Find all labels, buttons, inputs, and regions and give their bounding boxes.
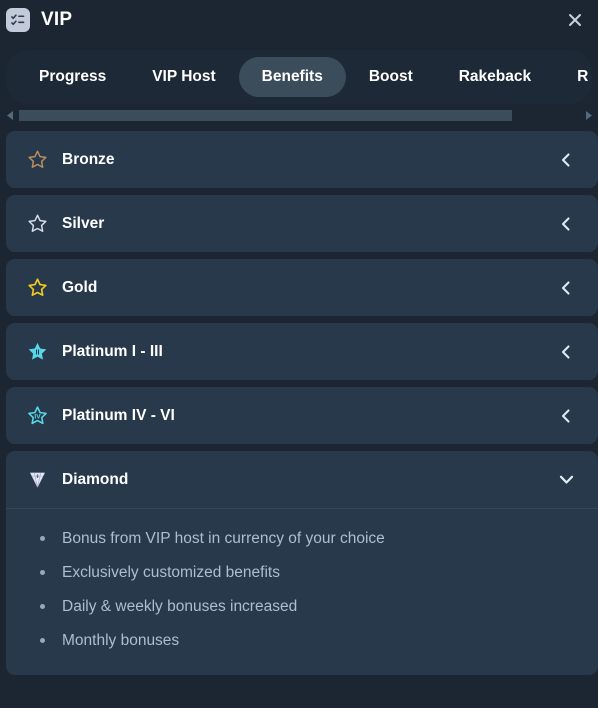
star-outline-numeral-icon: IV: [26, 405, 48, 427]
benefit-text: Exclusively customized benefits: [62, 564, 280, 582]
list-item: Exclusively customized benefits: [26, 559, 578, 593]
tab-boost[interactable]: Boost: [346, 57, 436, 97]
tier-header-diamond[interactable]: Diamond: [6, 451, 598, 508]
star-outline-numeral-icon-glyph: IV: [27, 406, 47, 425]
benefit-text: Bonus from VIP host in currency of your …: [62, 530, 385, 547]
list-item: Monthly bonuses: [26, 627, 578, 661]
tab-benefits[interactable]: Benefits: [238, 57, 346, 97]
scrollbar-track[interactable]: [19, 109, 579, 121]
star-outline-icon-glyph: [27, 150, 47, 168]
bullet-icon: [40, 638, 45, 644]
page-title: VIP: [41, 9, 73, 30]
tab-vip-host[interactable]: VIP Host: [129, 57, 238, 97]
triangle-left-icon[interactable]: [4, 109, 16, 121]
star-outline-icon: [26, 277, 48, 299]
tier-name-platinum-1-3: Platinum I - III: [62, 342, 163, 360]
vip-tier-list: Bronze Silver Gold II Platinum I - III I…: [0, 131, 598, 676]
tier-name-silver: Silver: [62, 214, 105, 232]
star-outline-icon-glyph: [27, 278, 47, 297]
tier-header-silver[interactable]: Silver: [6, 195, 598, 252]
tier-header-platinum-4-6[interactable]: IV Platinum IV - VI: [6, 387, 598, 444]
chevron-left-icon[interactable]: [556, 406, 576, 426]
tier-name-bronze: Bronze: [62, 150, 115, 168]
chevron-left-icon-glyph: [561, 408, 570, 423]
chevron-left-icon[interactable]: [556, 278, 576, 298]
tier-card-platinum-4-6: IV Platinum IV - VI: [6, 387, 598, 444]
checklist-icon: [6, 8, 30, 32]
chevron-left-icon-glyph: [561, 152, 570, 167]
star-numeral-text: II: [35, 347, 39, 356]
benefit-text: Monthly bonuses: [62, 632, 180, 650]
chevron-down-icon-glyph: [559, 475, 573, 484]
close-icon[interactable]: [562, 7, 588, 33]
chevron-left-icon-glyph: [561, 344, 570, 359]
triangle-right-icon-glyph: [585, 110, 592, 120]
tier-card-silver: Silver: [6, 195, 598, 252]
tier-card-diamond: Diamond Bonus from VIP host in currency …: [6, 451, 598, 676]
star-outline-icon: [26, 213, 48, 235]
tier-header-platinum-1-3[interactable]: II Platinum I - III: [6, 323, 598, 380]
tier-name-gold: Gold: [62, 278, 98, 296]
tab-scrollbar[interactable]: [4, 108, 594, 122]
close-icon-glyph: [569, 14, 581, 26]
star-filled-numeral-icon-glyph: II: [28, 342, 46, 360]
star-numeral-text: IV: [34, 413, 41, 420]
tier-card-gold: Gold: [6, 259, 598, 316]
checklist-icon-glyph: [10, 13, 24, 25]
tier-card-bronze: Bronze: [6, 131, 598, 188]
triangle-left-icon-glyph: [6, 110, 13, 120]
star-outline-icon-glyph: [27, 214, 47, 232]
chevron-down-icon[interactable]: [556, 470, 576, 490]
chevron-left-icon[interactable]: [556, 342, 576, 362]
tab-partial-next[interactable]: R: [554, 57, 592, 97]
tier-benefits-diamond: Bonus from VIP host in currency of your …: [6, 508, 598, 675]
chevron-left-icon-glyph: [561, 216, 570, 231]
tab-bar[interactable]: Progress VIP Host Benefits Boost Rakebac…: [6, 50, 592, 104]
list-item: Daily & weekly bonuses increased: [26, 593, 578, 627]
diamond-gem-icon: [26, 469, 48, 491]
window-header: VIP: [0, 0, 598, 40]
diamond-gem-icon-glyph: [29, 472, 45, 488]
bullet-icon: [40, 604, 45, 610]
tab-progress[interactable]: Progress: [16, 57, 129, 97]
chevron-left-icon[interactable]: [556, 150, 576, 170]
list-item: Bonus from VIP host in currency of your …: [26, 525, 578, 559]
star-outline-icon: [26, 149, 48, 171]
chevron-left-icon-glyph: [561, 280, 570, 295]
bullet-icon: [40, 570, 45, 576]
tier-card-platinum-1-3: II Platinum I - III: [6, 323, 598, 380]
tab-strip: Progress VIP Host Benefits Boost Rakebac…: [6, 50, 592, 104]
tab-rakeback[interactable]: Rakeback: [436, 57, 554, 97]
tier-header-bronze[interactable]: Bronze: [6, 131, 598, 188]
chevron-left-icon[interactable]: [556, 214, 576, 234]
tier-name-platinum-4-6: Platinum IV - VI: [62, 406, 175, 424]
star-filled-numeral-icon: II: [26, 341, 48, 363]
benefit-text: Daily & weekly bonuses increased: [62, 598, 298, 616]
triangle-right-icon[interactable]: [582, 109, 594, 121]
scrollbar-thumb[interactable]: [19, 109, 512, 121]
tier-name-diamond: Diamond: [62, 470, 129, 488]
bullet-icon: [40, 536, 45, 541]
tier-header-gold[interactable]: Gold: [6, 259, 598, 316]
